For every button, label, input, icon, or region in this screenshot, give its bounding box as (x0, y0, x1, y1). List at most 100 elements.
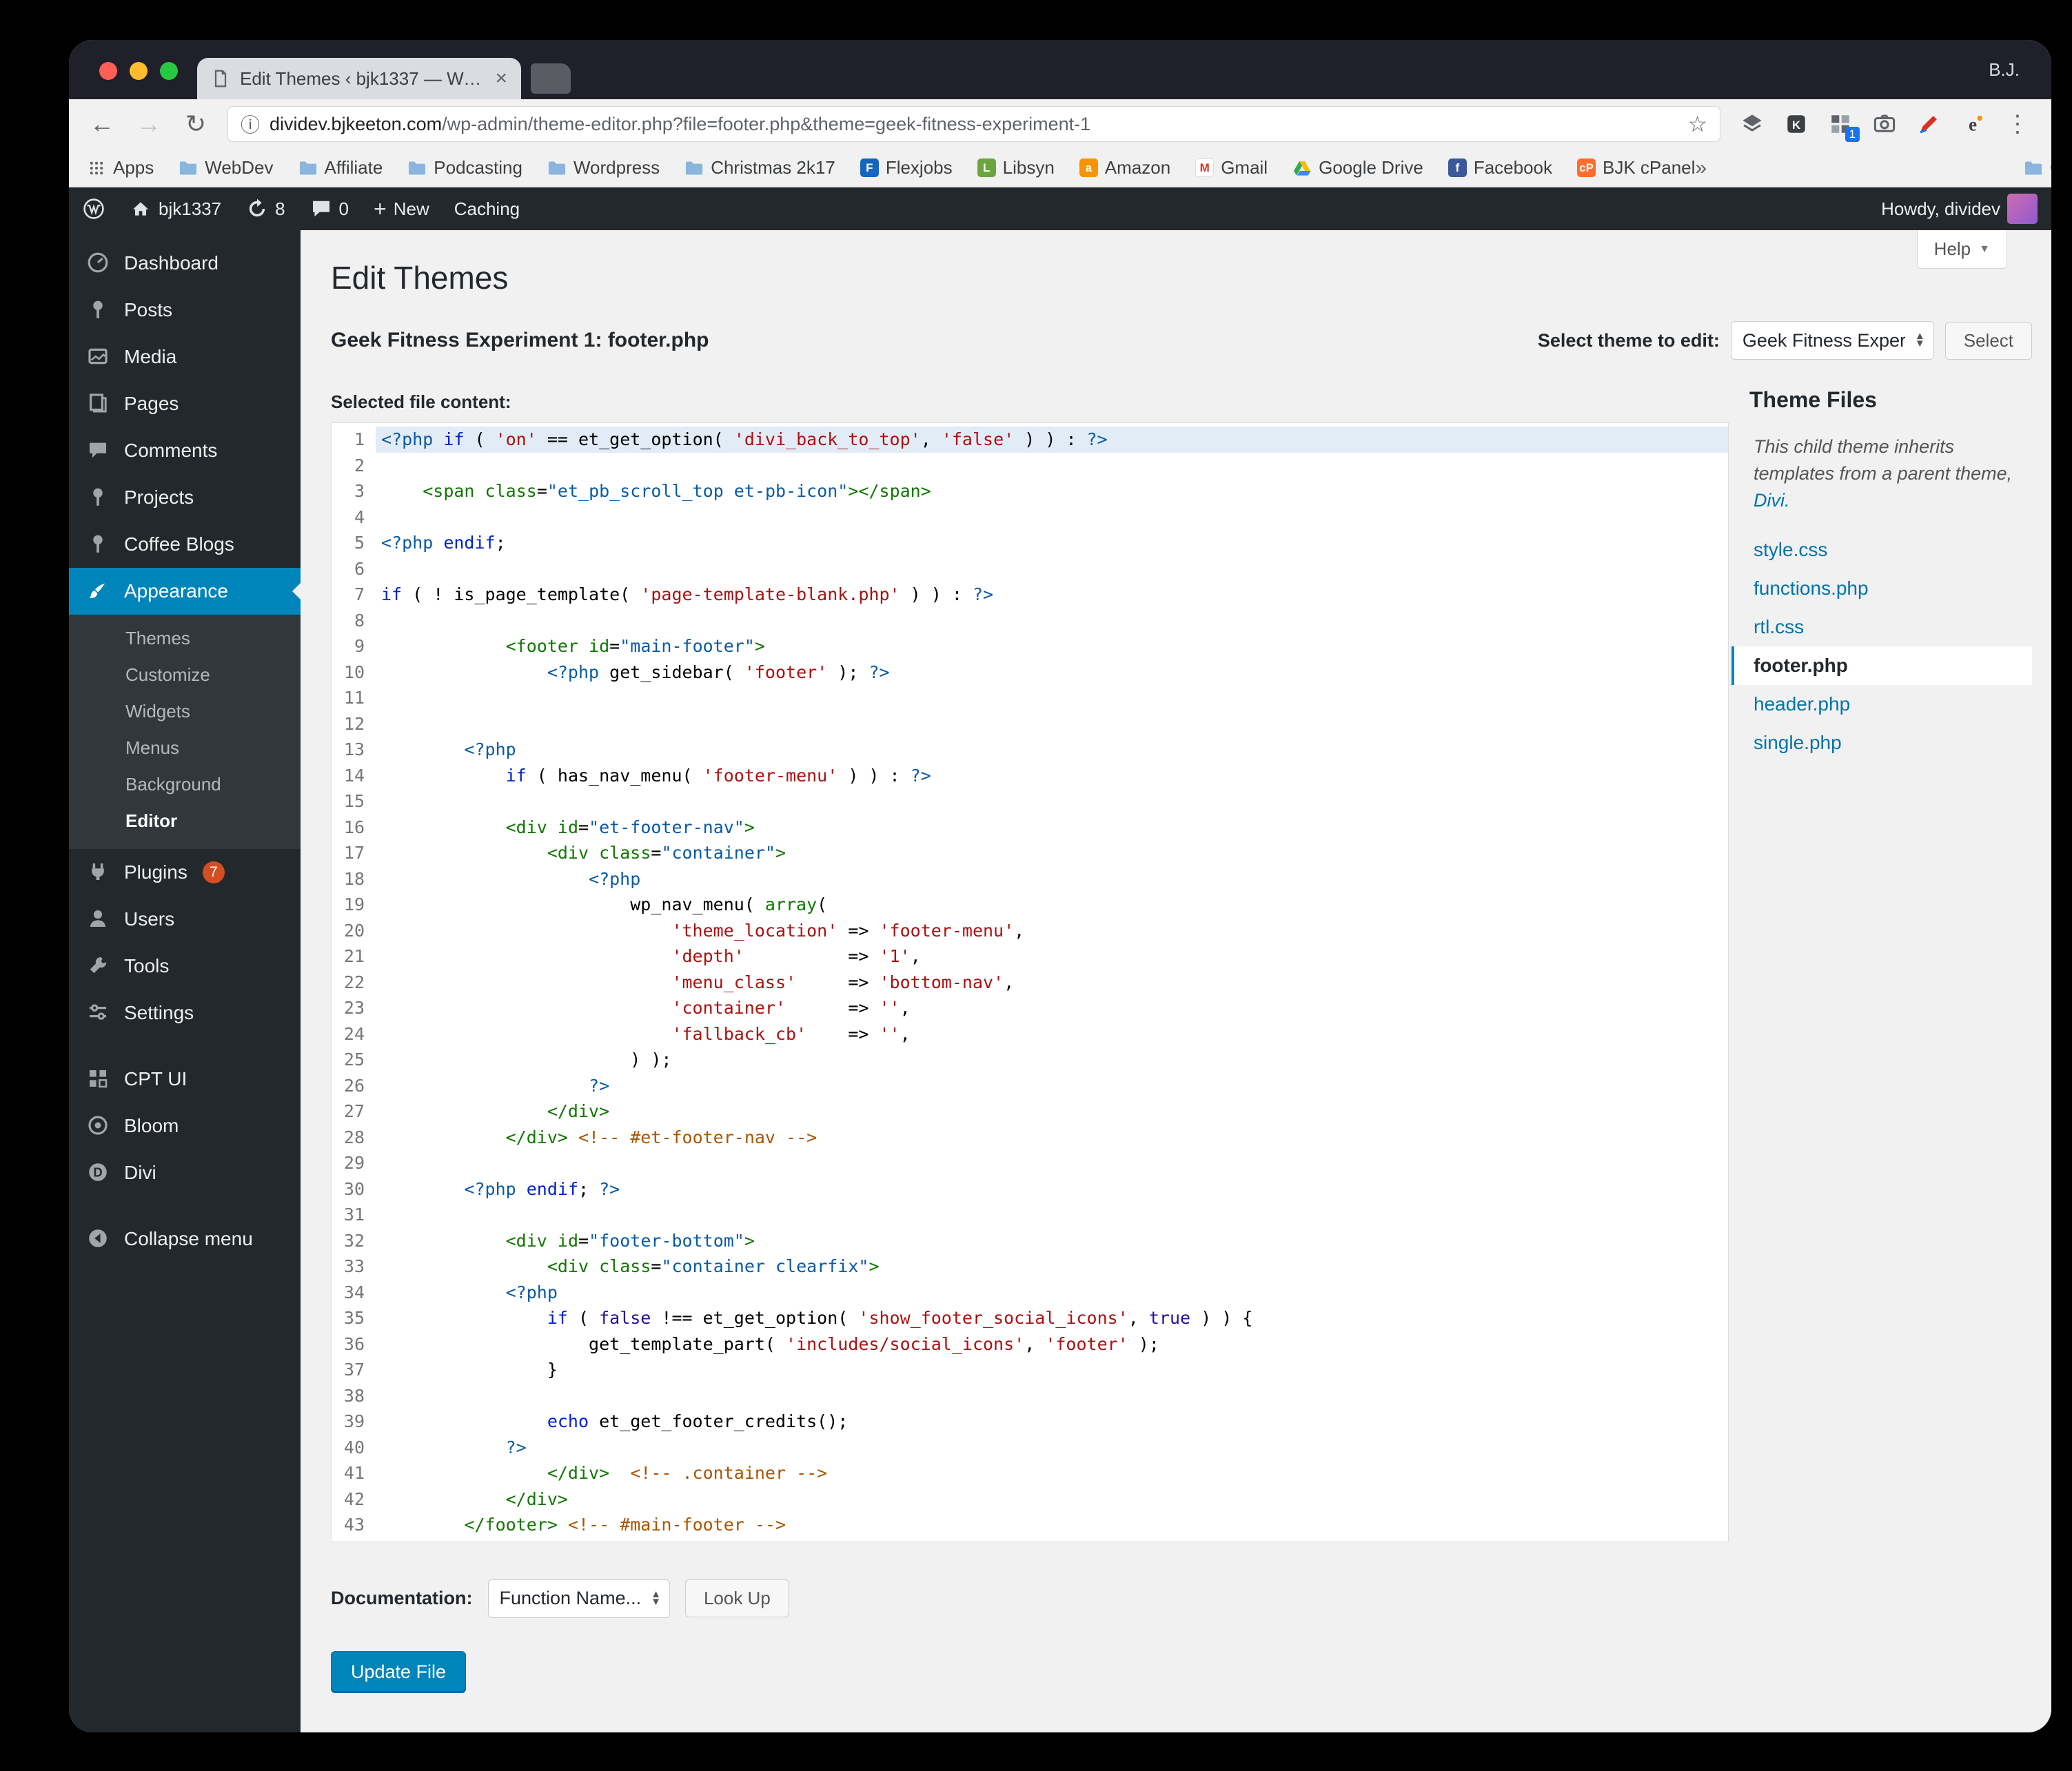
code-line[interactable]: 15 (332, 788, 1728, 815)
code-line[interactable]: 36 get_template_part( 'includes/social_i… (332, 1331, 1728, 1358)
chrome-menu-icon[interactable]: ⋮ (2002, 110, 2033, 138)
code-line[interactable]: 39 echo et_get_footer_credits(); (332, 1409, 1728, 1435)
bookmark-item-webdev[interactable]: WebDev (179, 157, 274, 178)
code-line[interactable]: 11 (332, 685, 1728, 711)
comments-menu[interactable]: 0 (310, 198, 349, 220)
code-line[interactable]: 19 wp_nav_menu( array( (332, 892, 1728, 918)
wp-logo-menu[interactable] (83, 198, 105, 220)
browser-tab[interactable]: Edit Themes ‹ bjk1337 — Word × (197, 58, 521, 99)
sidebar-item-settings[interactable]: Settings (69, 990, 301, 1036)
bookmark-item-google-drive[interactable]: Google Drive (1292, 157, 1423, 178)
code-line[interactable]: 18 <?php (332, 866, 1728, 892)
bookmark-item-libsyn[interactable]: L Libsyn (977, 157, 1055, 178)
bookmark-star-icon[interactable]: ☆ (1687, 111, 1707, 137)
bookmark-item-podcasting[interactable]: Podcasting (407, 157, 522, 178)
tab-close-icon[interactable]: × (495, 68, 507, 89)
code-line[interactable]: 12 (332, 711, 1728, 737)
theme-file-functions-php[interactable]: functions.php (1731, 569, 2032, 608)
lookup-button[interactable]: Look Up (684, 1579, 789, 1617)
bookmark-item-affiliate[interactable]: Affiliate (298, 157, 383, 178)
back-button[interactable]: ← (87, 110, 117, 139)
sidebar-item-bloom[interactable]: Bloom (69, 1103, 301, 1149)
select-theme-button[interactable]: Select (1944, 321, 2032, 360)
submenu-item-background[interactable]: Background (69, 766, 301, 803)
bookmark-item-flexjobs[interactable]: F Flexjobs (860, 157, 953, 178)
sidebar-item-media[interactable]: Media (69, 334, 301, 380)
bookmark-item-wordpress[interactable]: Wordpress (547, 157, 660, 178)
bookmark-item-apps[interactable]: Apps (87, 157, 154, 178)
code-line[interactable]: 43 </footer> <!-- #main-footer --> (332, 1512, 1728, 1538)
code-line[interactable]: 2 (332, 453, 1728, 479)
code-line[interactable]: 16 <div id="et-footer-nav"> (332, 815, 1728, 841)
update-file-button[interactable]: Update File (331, 1650, 467, 1693)
submenu-item-menus[interactable]: Menus (69, 730, 301, 766)
minimize-window-button[interactable] (130, 62, 148, 80)
other-bookmarks-button[interactable]: Other Bookmarks (2024, 157, 2051, 178)
camera-extension-icon[interactable] (1869, 109, 1900, 139)
theme-file-header-php[interactable]: header.php (1731, 685, 2032, 724)
theme-file-footer-php[interactable]: footer.php (1731, 646, 2032, 686)
code-line[interactable]: 33 <div class="container clearfix"> (332, 1253, 1728, 1280)
code-line[interactable]: 26 ?> (332, 1073, 1728, 1099)
forward-button[interactable]: → (134, 110, 164, 139)
layers-extension-icon[interactable] (1737, 109, 1767, 139)
code-line[interactable]: 8 (332, 608, 1728, 634)
code-line[interactable]: 31 (332, 1202, 1728, 1228)
help-button[interactable]: Help ▼ (1916, 230, 2007, 269)
new-content-menu[interactable]: + New (374, 198, 429, 220)
code-line[interactable]: 20 'theme_location' => 'footer-menu', (332, 918, 1728, 944)
code-line[interactable]: 28 </div> <!-- #et-footer-nav --> (332, 1125, 1728, 1151)
code-line[interactable]: 40 ?> (332, 1435, 1728, 1461)
code-line[interactable]: 29 (332, 1150, 1728, 1176)
code-line[interactable]: 38 (332, 1383, 1728, 1409)
code-line[interactable]: 42 </div> (332, 1486, 1728, 1513)
submenu-item-editor[interactable]: Editor (69, 803, 301, 839)
code-line[interactable]: 10 <?php get_sidebar( 'footer' ); ?> (332, 659, 1728, 686)
submenu-item-customize[interactable]: Customize (69, 657, 301, 693)
page-info-icon[interactable]: ⓘ (241, 110, 260, 138)
submenu-item-themes[interactable]: Themes (69, 620, 301, 657)
code-line[interactable]: 22 'menu_class' => 'bottom-nav', (332, 970, 1728, 996)
code-line[interactable]: 7 if ( ! is_page_template( 'page-template… (332, 582, 1728, 608)
sidebar-item-cpt-ui[interactable]: CPT UI (69, 1056, 301, 1103)
code-line[interactable]: 30 <?php endif; ?> (332, 1176, 1728, 1202)
parent-theme-link[interactable]: Divi. (1754, 490, 1790, 511)
sidebar-item-posts[interactable]: Posts (69, 287, 301, 334)
my-account-menu[interactable]: Howdy, dividev (1881, 194, 2038, 224)
code-editor[interactable]: 1 <?php if ( 'on' == et_get_option( 'divi… (331, 422, 1729, 1542)
caching-menu[interactable]: Caching (454, 198, 520, 220)
code-line[interactable]: 3 <span class="et_pb_scroll_top et-pb-ic… (332, 478, 1728, 504)
new-tab-button[interactable] (531, 63, 571, 94)
sidebar-item-pages[interactable]: Pages (69, 380, 301, 427)
bookmark-item-facebook[interactable]: f Facebook (1448, 157, 1552, 178)
code-line[interactable]: 35 if ( false !== et_get_option( 'show_f… (332, 1305, 1728, 1331)
documentation-select[interactable]: Function Name... ▲ ▼ (487, 1579, 670, 1618)
sidebar-item-tools[interactable]: Tools (69, 943, 301, 990)
close-window-button[interactable] (99, 62, 117, 80)
code-line[interactable]: 13 <?php (332, 737, 1728, 763)
code-line[interactable]: 34 <?php (332, 1280, 1728, 1306)
sidebar-item-dashboard[interactable]: Dashboard (69, 240, 301, 287)
code-line[interactable]: 14 if ( has_nav_menu( 'footer-menu' ) ) … (332, 763, 1728, 789)
theme-file-single-php[interactable]: single.php (1731, 724, 2032, 762)
code-line[interactable]: 1 <?php if ( 'on' == et_get_option( 'divi… (332, 427, 1728, 453)
code-line[interactable]: 24 'fallback_cb' => '', (332, 1021, 1728, 1047)
sidebar-item-users[interactable]: Users (69, 896, 301, 943)
sidebar-item-projects[interactable]: Projects (69, 474, 301, 521)
sidebar-item-comments[interactable]: Comments (69, 427, 301, 474)
e-letter-extension-icon[interactable]: e (1958, 109, 1988, 139)
code-line[interactable]: 4 (332, 504, 1728, 531)
code-line[interactable]: 17 <div class="container"> (332, 840, 1728, 866)
updates-menu[interactable]: 8 (246, 198, 285, 220)
bookmarks-overflow-chevron[interactable]: » (1695, 156, 1707, 180)
grid-extension-icon[interactable]: 1 (1825, 109, 1860, 142)
sidebar-item-divi[interactable]: D Divi (69, 1149, 301, 1196)
bookmark-item-amazon[interactable]: a Amazon (1079, 157, 1170, 178)
code-line[interactable]: 25 ) ); (332, 1047, 1728, 1073)
theme-file-style-css[interactable]: style.css (1731, 531, 2032, 569)
theme-select[interactable]: Geek Fitness Experin ▲ ▼ (1730, 321, 1934, 360)
sidebar-item-plugins[interactable]: Plugins 7 (69, 849, 301, 896)
zoom-window-button[interactable] (160, 62, 178, 80)
sidebar-item-coffee-blogs[interactable]: Coffee Blogs (69, 521, 301, 568)
theme-file-rtl-css[interactable]: rtl.css (1731, 608, 2032, 646)
